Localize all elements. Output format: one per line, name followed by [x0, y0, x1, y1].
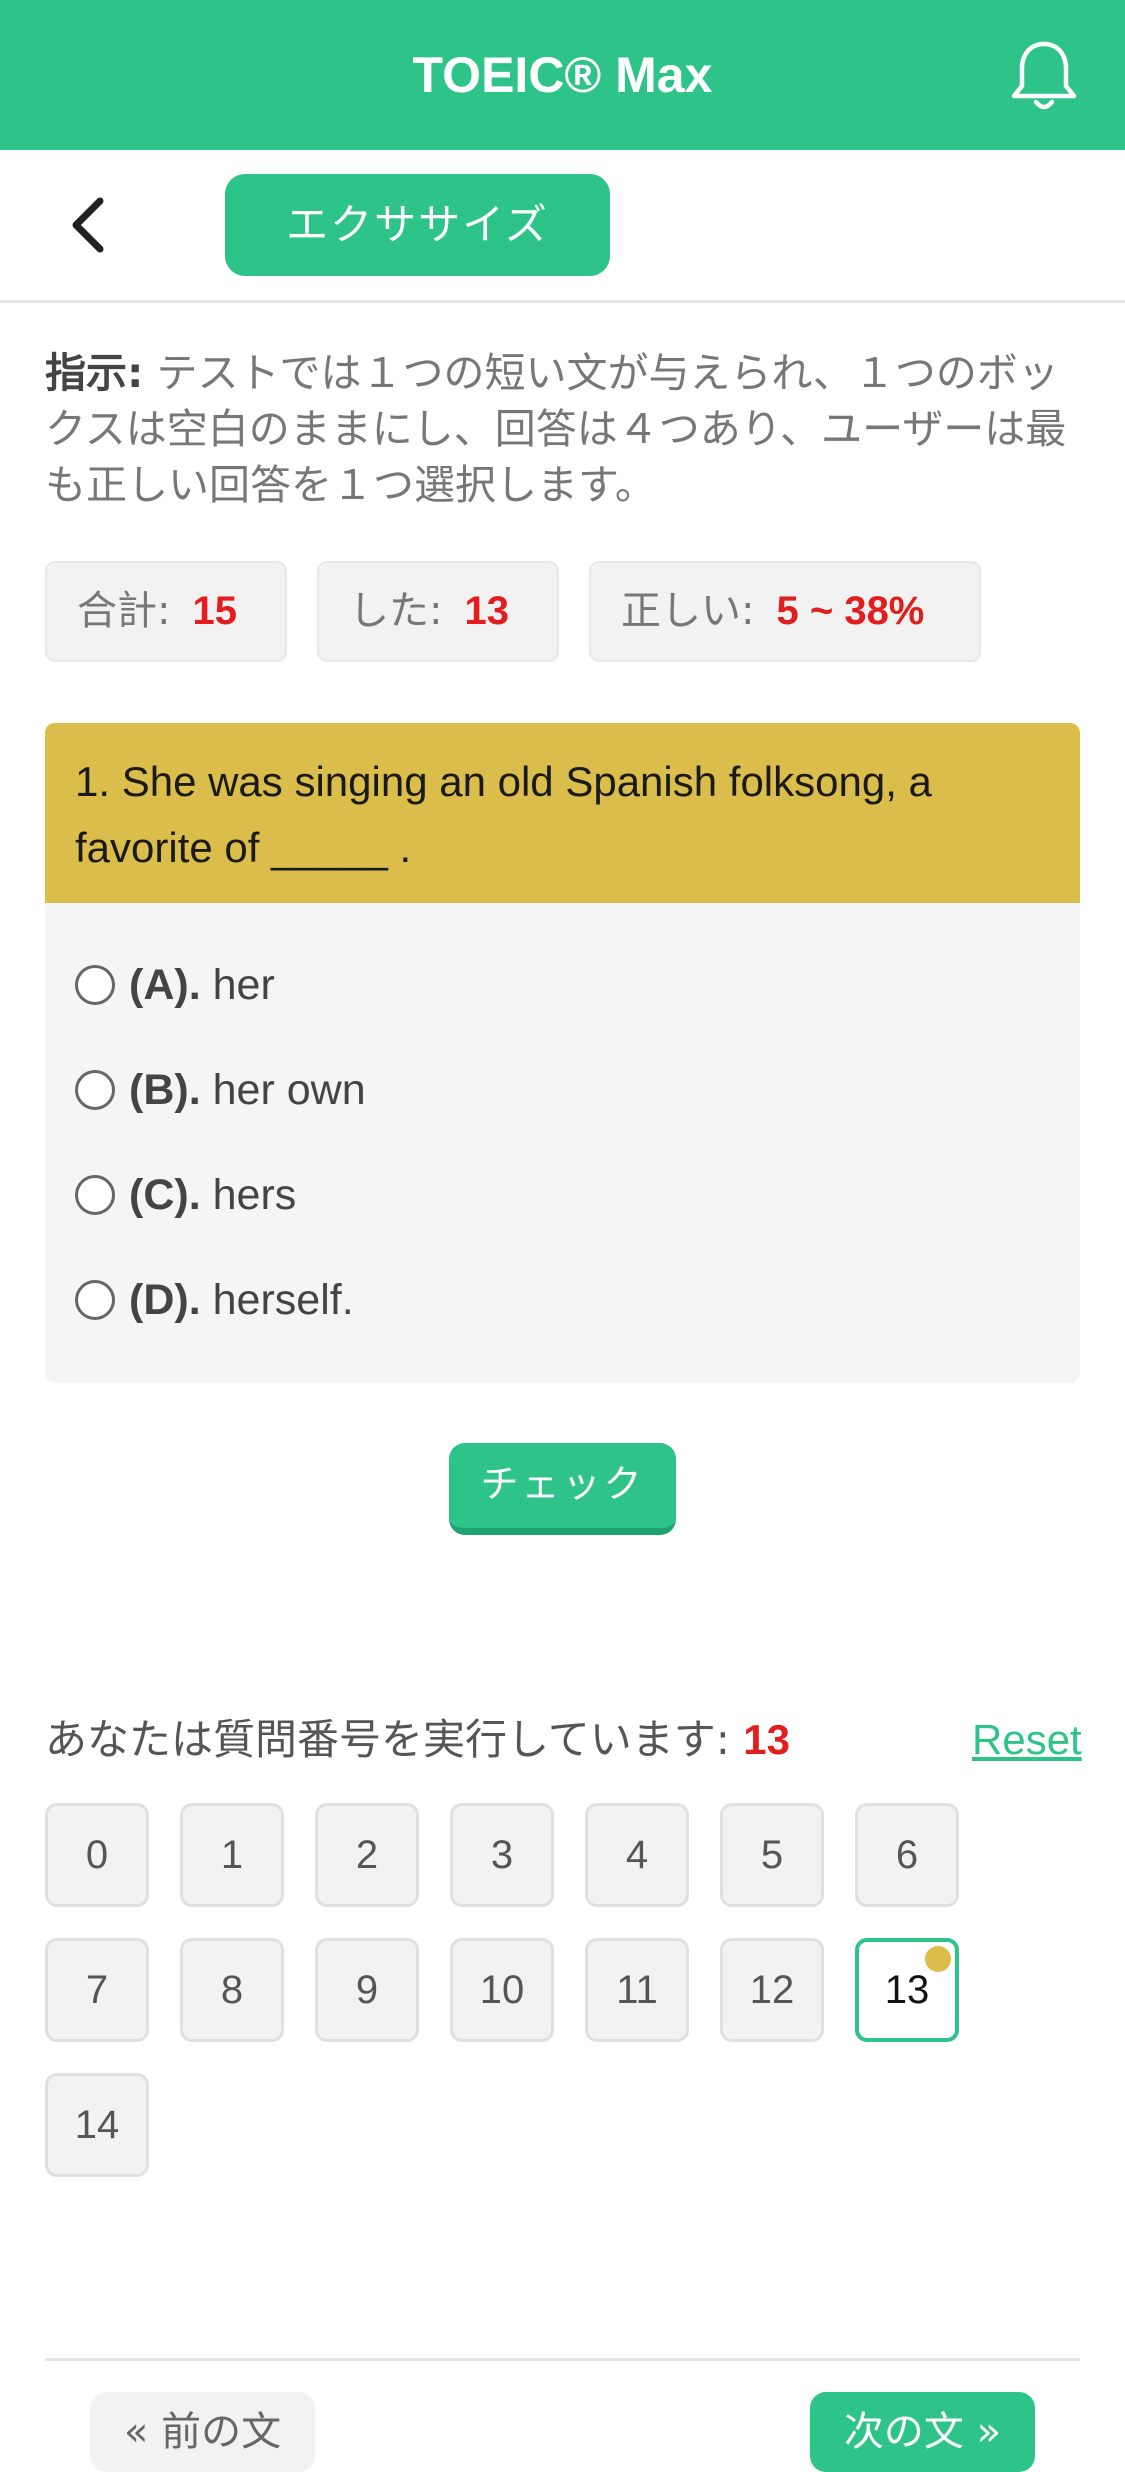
question-number-3[interactable]: 3 — [450, 1803, 554, 1907]
stat-correct-value: 5 ~ 38% — [776, 589, 925, 633]
progress-indicator: あなたは質問番号を実行しています: 13 — [45, 1710, 790, 1770]
progress-current: 13 — [743, 1716, 790, 1763]
progress-label: あなたは質問番号を実行しています: — [45, 1715, 730, 1764]
question-number-5[interactable]: 5 — [720, 1803, 824, 1907]
stat-total-label: 合計: — [77, 588, 171, 634]
divider — [45, 2358, 1080, 2361]
app-title: TOEIC® Max — [412, 47, 713, 103]
question-number-label: 13 — [884, 1968, 930, 2012]
option-text: her — [212, 961, 275, 1009]
option-key: (D). — [129, 1276, 201, 1324]
next-sentence-button[interactable]: 次の文 » — [810, 2392, 1035, 2472]
instructions: 指示: テストでは１つの短い文が与えられ、１つのボックスは空白のままにし、回答は… — [45, 345, 1075, 513]
question-number-2[interactable]: 2 — [315, 1803, 419, 1907]
question-text: 1. She was singing an old Spanish folkso… — [45, 723, 1080, 903]
instructions-text: テストでは１つの短い文が与えられ、１つのボックスは空白のままにし、回答は４つあり… — [45, 349, 1067, 509]
stat-done: した: 13 — [317, 561, 559, 662]
stat-total: 合計: 15 — [45, 561, 287, 662]
option-key: (C). — [129, 1171, 201, 1219]
question-number-13[interactable]: 13 — [855, 1938, 959, 2042]
answer-options: (A). her (B). her own (C). hers (D). herself… — [45, 903, 1080, 1383]
stat-correct-label: 正しい: — [621, 588, 755, 634]
radio-icon[interactable] — [75, 964, 115, 1005]
question-number-10[interactable]: 10 — [450, 1938, 554, 2042]
question-number-1[interactable]: 1 — [180, 1803, 284, 1907]
option-text: hers — [212, 1171, 297, 1219]
option-key: (A). — [129, 961, 201, 1009]
question-number-12[interactable]: 12 — [720, 1938, 824, 2042]
option-b[interactable]: (B). her own — [75, 1060, 366, 1120]
option-key: (B). — [129, 1066, 201, 1114]
sub-navigation: エクササイズ — [0, 150, 1125, 303]
chevron-left-icon[interactable] — [60, 195, 120, 255]
reset-link[interactable]: Reset — [972, 1710, 1082, 1770]
option-d[interactable]: (D). herself. — [75, 1270, 354, 1330]
radio-icon[interactable] — [75, 1174, 115, 1215]
question-number-14[interactable]: 14 — [45, 2073, 149, 2177]
radio-icon[interactable] — [75, 1279, 115, 1320]
question-number-6[interactable]: 6 — [855, 1803, 959, 1907]
top-app-bar: TOEIC® Max — [0, 0, 1125, 150]
option-text: herself. — [212, 1276, 354, 1324]
option-text: her own — [212, 1066, 366, 1114]
option-a[interactable]: (A). her — [75, 955, 275, 1015]
question-number-7[interactable]: 7 — [45, 1938, 149, 2042]
question-number-9[interactable]: 9 — [315, 1938, 419, 2042]
bell-icon[interactable] — [1008, 38, 1080, 114]
option-c[interactable]: (C). hers — [75, 1165, 296, 1225]
stat-total-value: 15 — [192, 589, 237, 633]
question-number-11[interactable]: 11 — [585, 1938, 689, 2042]
check-button[interactable]: チェック — [449, 1443, 676, 1535]
radio-icon[interactable] — [75, 1069, 115, 1110]
question-number-8[interactable]: 8 — [180, 1938, 284, 2042]
stat-done-label: した: — [349, 588, 443, 634]
tab-exercise[interactable]: エクササイズ — [225, 174, 610, 276]
prev-sentence-button[interactable]: « 前の文 — [90, 2392, 315, 2472]
current-marker-icon — [925, 1946, 951, 1972]
question-number-4[interactable]: 4 — [585, 1803, 689, 1907]
instructions-label: 指示: — [45, 349, 144, 397]
question-number-0[interactable]: 0 — [45, 1803, 149, 1907]
stat-done-value: 13 — [464, 589, 509, 633]
stat-correct: 正しい: 5 ~ 38% — [589, 561, 981, 662]
